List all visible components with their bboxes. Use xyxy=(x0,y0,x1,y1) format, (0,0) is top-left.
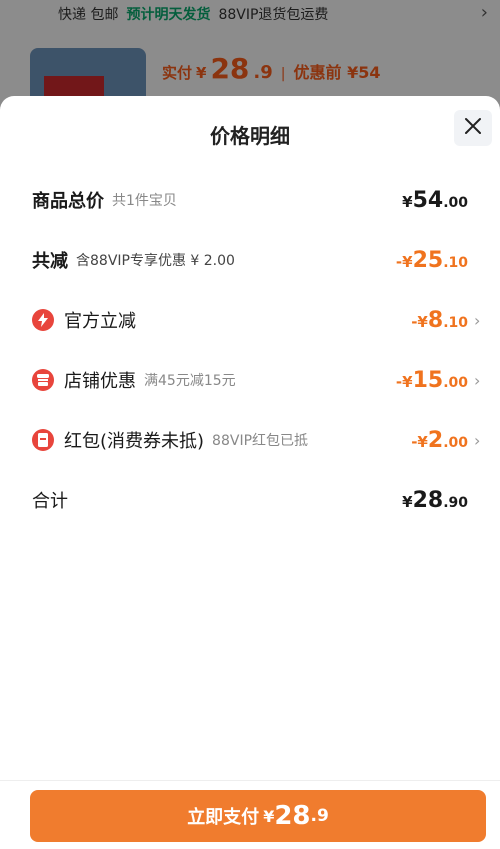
chevron-right-icon: › xyxy=(474,370,481,390)
price-detail-sheet: 价格明细 商品总价 共1件宝贝 ¥54.00 共减 含88VIP专享优惠 ¥ 2… xyxy=(0,96,500,849)
row-amount: ¥54.00 xyxy=(402,188,468,213)
pay-int: 28 xyxy=(274,801,311,831)
row-name: 红包(消费券未抵) xyxy=(64,431,205,452)
footer-divider xyxy=(0,780,500,781)
dim-overlay[interactable] xyxy=(0,0,500,100)
row-sub: 88VIP红包已抵 xyxy=(212,433,309,449)
amount-dec: .00 xyxy=(443,434,468,451)
row-sub: 含88VIP专享优惠 ¥ 2.00 xyxy=(76,253,235,269)
row-name: 官方立减 xyxy=(64,311,136,332)
row-official-discount[interactable]: 官方立减 -¥ 8.10 › xyxy=(32,305,484,335)
amount-int: 25 xyxy=(412,247,444,273)
row-name: 店铺优惠 xyxy=(64,371,136,392)
amount-dec: .00 xyxy=(443,194,468,211)
row-item-total: 商品总价 共1件宝贝 ¥54.00 xyxy=(32,185,484,215)
row-amount: -¥ 15.00 xyxy=(396,368,468,393)
amount-symbol: -¥ xyxy=(395,372,413,391)
row-amount: -¥ 25.10 xyxy=(396,248,468,273)
row-name: 共减 xyxy=(32,251,68,272)
amount-dec: .10 xyxy=(443,254,468,271)
amount-int: 8 xyxy=(427,307,444,333)
amount-symbol: ¥ xyxy=(402,192,413,211)
amount-symbol: -¥ xyxy=(395,252,413,271)
store-icon xyxy=(32,369,54,391)
row-amount: -¥ 8.10 xyxy=(411,308,468,333)
row-sub: 满45元减15元 xyxy=(144,373,236,389)
amount-int: 2 xyxy=(427,427,444,453)
amount-int: 28 xyxy=(412,487,444,513)
close-icon xyxy=(463,113,483,143)
row-name: 商品总价 xyxy=(32,191,104,212)
sheet-title: 价格明细 xyxy=(210,124,290,148)
amount-int: 15 xyxy=(412,367,444,393)
pay-label: 立即支付 xyxy=(187,807,260,828)
amount-dec: .00 xyxy=(443,374,468,391)
amount-dec: .90 xyxy=(443,494,468,511)
chevron-right-icon: › xyxy=(474,310,481,330)
pay-symbol: ¥ xyxy=(263,806,275,826)
row-red-packet[interactable]: 红包(消费券未抵) 88VIP红包已抵 -¥ 2.00 › xyxy=(32,425,484,455)
row-sub: 共1件宝贝 xyxy=(112,193,177,209)
row-total-discount: 共减 含88VIP专享优惠 ¥ 2.00 -¥ 25.10 xyxy=(32,245,484,275)
row-grand-total: 合计 ¥28.90 xyxy=(32,485,484,515)
pay-now-button[interactable]: 立即支付 ¥28.9 xyxy=(30,790,486,842)
row-amount: -¥ 2.00 xyxy=(411,428,468,453)
chevron-right-icon: › xyxy=(474,430,481,450)
lightning-icon xyxy=(32,309,54,331)
amount-dec: .10 xyxy=(443,314,468,331)
row-amount: ¥28.90 xyxy=(402,488,468,513)
row-store-discount[interactable]: 店铺优惠 满45元减15元 -¥ 15.00 › xyxy=(32,365,484,395)
pay-dec: .9 xyxy=(310,806,329,826)
row-name: 合计 xyxy=(32,491,68,512)
amount-int: 54 xyxy=(412,187,444,213)
amount-symbol: -¥ xyxy=(411,312,428,331)
close-button[interactable] xyxy=(454,110,492,146)
amount-symbol: -¥ xyxy=(411,432,428,451)
amount-symbol: ¥ xyxy=(402,492,413,511)
red-packet-icon xyxy=(32,429,54,451)
